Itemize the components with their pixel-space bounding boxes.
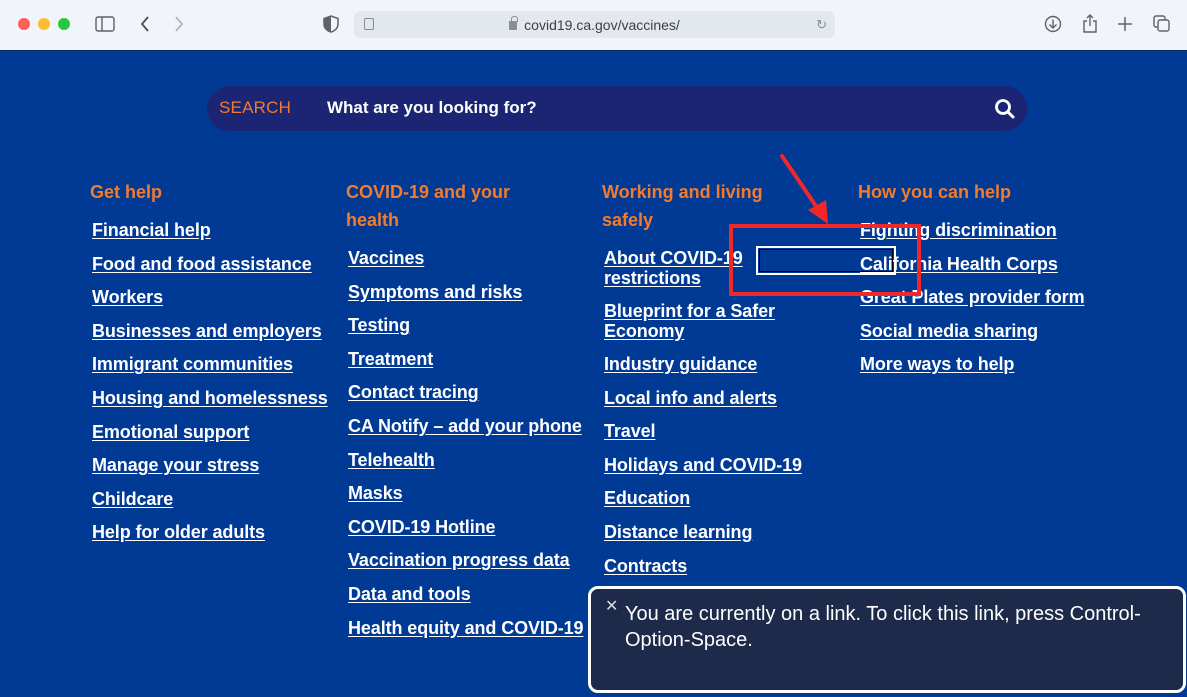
new-tab-icon[interactable] bbox=[1114, 13, 1136, 35]
nav-link[interactable]: CA Notify – add your phone bbox=[348, 416, 582, 438]
share-icon[interactable] bbox=[1079, 13, 1101, 35]
lock-icon bbox=[509, 16, 518, 30]
nav-link[interactable]: COVID-19 Hotline bbox=[348, 517, 496, 539]
annotation-arrow-icon bbox=[780, 154, 828, 224]
download-icon[interactable] bbox=[1042, 13, 1064, 35]
nav-link[interactable]: Blueprint for a Safer Economy bbox=[604, 301, 784, 341]
sidebar-icon[interactable] bbox=[94, 13, 116, 35]
annotation-highlight-box bbox=[729, 224, 921, 296]
nav-link[interactable]: Emotional support bbox=[92, 422, 249, 444]
nav-link[interactable]: Holidays and COVID-19 bbox=[604, 455, 802, 477]
nav-link[interactable]: Industry guidance bbox=[604, 354, 757, 376]
nav-link[interactable]: Businesses and employers bbox=[92, 321, 322, 343]
nav-link[interactable]: More ways to help bbox=[860, 354, 1014, 376]
nav-link[interactable]: Data and tools bbox=[348, 584, 471, 606]
search-button[interactable] bbox=[993, 97, 1017, 121]
nav-link[interactable]: Treatment bbox=[348, 349, 433, 371]
privacy-shield-icon[interactable] bbox=[320, 13, 342, 35]
nav-link[interactable]: Travel bbox=[604, 421, 656, 443]
forward-icon[interactable] bbox=[168, 13, 190, 35]
close-window-button[interactable] bbox=[18, 18, 30, 30]
nav-column-get-help: Get help Financial help Food and food as… bbox=[90, 178, 337, 556]
nav-link[interactable]: Testing bbox=[348, 315, 410, 337]
search-input[interactable] bbox=[327, 98, 927, 118]
nav-link[interactable]: Contracts bbox=[604, 556, 687, 578]
nav-link[interactable]: Local info and alerts bbox=[604, 388, 777, 410]
address-bar[interactable]: covid19.ca.gov/vaccines/ ↻ bbox=[354, 11, 835, 38]
nav-link[interactable]: Food and food assistance bbox=[92, 254, 312, 276]
nav-link[interactable]: Masks bbox=[348, 483, 403, 505]
search-icon bbox=[995, 99, 1015, 119]
voiceover-caption-panel: ✕ You are currently on a link. To click … bbox=[588, 586, 1186, 693]
column-heading: How you can help bbox=[858, 182, 1012, 202]
minimize-window-button[interactable] bbox=[38, 18, 50, 30]
nav-link[interactable]: Housing and homelessness bbox=[92, 388, 328, 410]
nav-link[interactable]: Workers bbox=[92, 287, 163, 309]
nav-link[interactable]: Health equity and COVID-19 bbox=[348, 618, 584, 640]
nav-link[interactable]: Immigrant communities bbox=[92, 354, 293, 376]
nav-link[interactable]: Telehealth bbox=[348, 450, 435, 472]
browser-toolbar: covid19.ca.gov/vaccines/ ↻ bbox=[0, 0, 1187, 51]
reload-icon[interactable]: ↻ bbox=[816, 17, 827, 33]
nav-link[interactable]: Childcare bbox=[92, 489, 173, 511]
nav-link-vaccines[interactable]: Vaccines bbox=[348, 248, 424, 270]
nav-link[interactable]: Vaccination progress data bbox=[348, 550, 570, 572]
nav-link[interactable]: Education bbox=[604, 488, 690, 510]
back-icon[interactable] bbox=[134, 13, 156, 35]
nav-link[interactable]: Manage your stress bbox=[92, 455, 259, 477]
tabs-overview-icon[interactable] bbox=[1151, 13, 1173, 35]
nav-link[interactable]: Social media sharing bbox=[860, 321, 1038, 343]
close-icon[interactable]: ✕ bbox=[605, 596, 618, 616]
nav-link[interactable]: Help for older adults bbox=[92, 522, 265, 544]
url-text[interactable]: covid19.ca.gov/vaccines/ bbox=[524, 17, 680, 33]
voiceover-message: You are currently on a link. To click th… bbox=[625, 603, 1141, 651]
nav-link[interactable]: Financial help bbox=[92, 220, 211, 242]
column-heading: COVID-19 and your health bbox=[346, 182, 511, 230]
nav-link[interactable]: Symptoms and risks bbox=[348, 282, 522, 304]
nav-link[interactable]: Contact tracing bbox=[348, 382, 479, 404]
search-label: SEARCH bbox=[219, 98, 292, 117]
site-search: SEARCH bbox=[207, 86, 1027, 131]
nav-link[interactable]: Distance learning bbox=[604, 522, 752, 544]
column-heading: Get help bbox=[90, 182, 163, 202]
nav-column-covid-health: COVID-19 and your health Vaccines Sympto… bbox=[346, 178, 593, 651]
zoom-window-button[interactable] bbox=[58, 18, 70, 30]
